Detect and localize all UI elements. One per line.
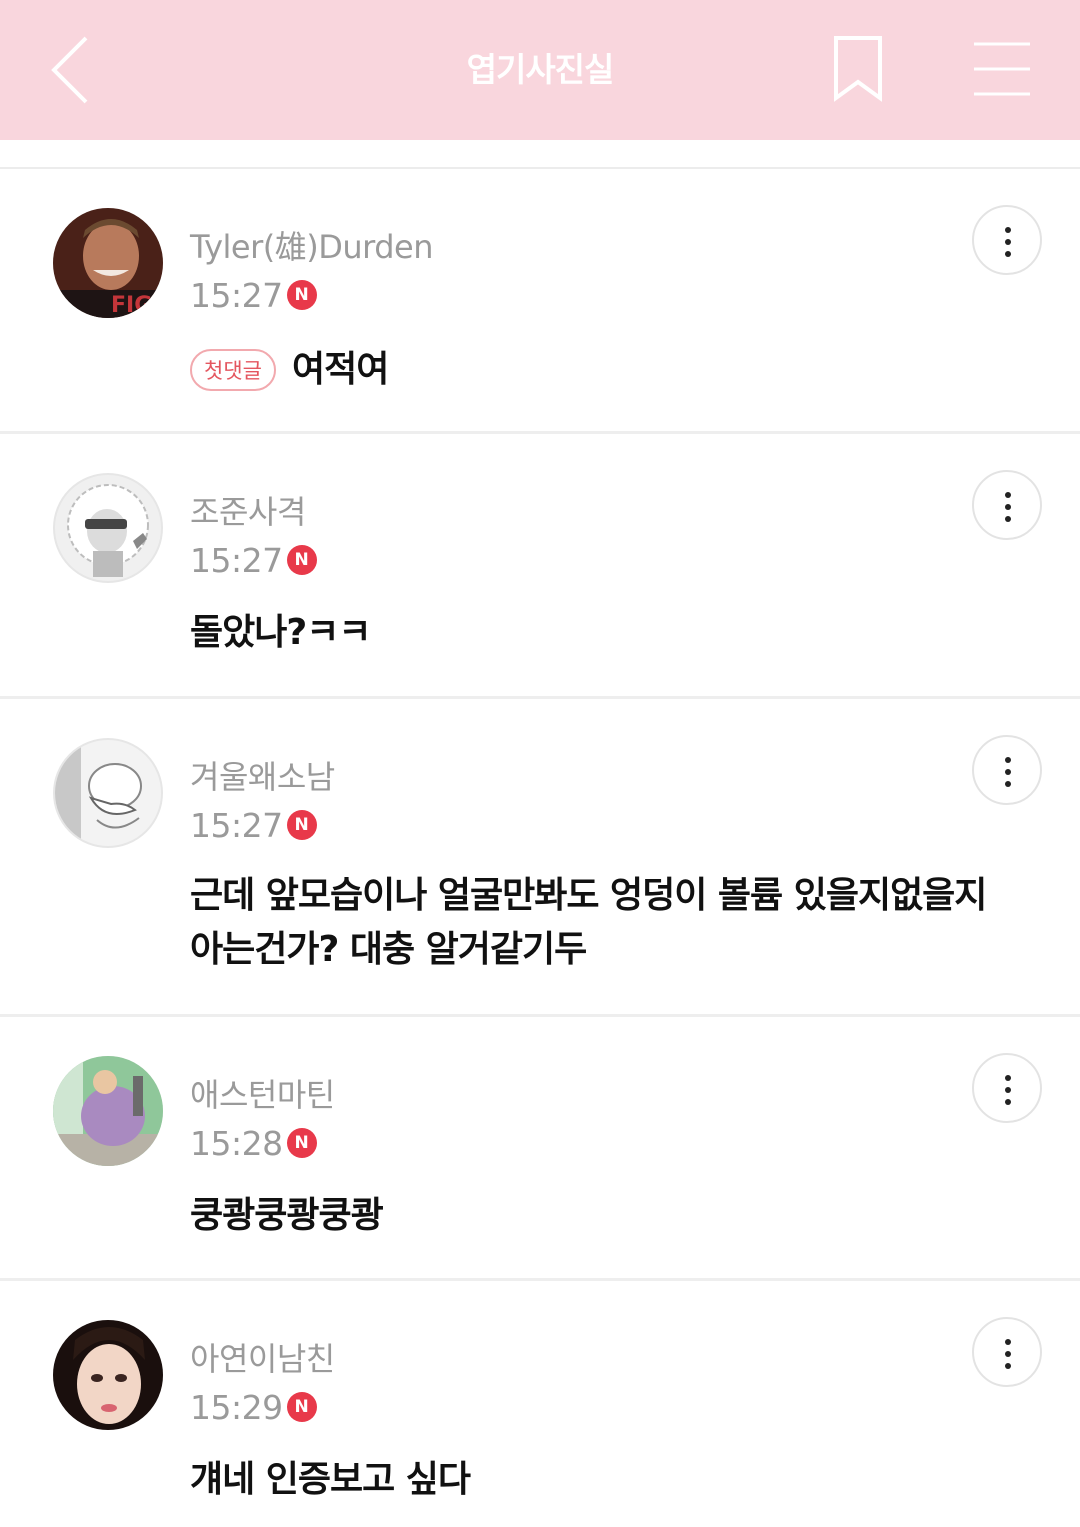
menu-icon[interactable] <box>966 38 1038 100</box>
timestamp: 15:27 <box>190 805 283 845</box>
timestamp: 15:27 <box>190 540 283 580</box>
timestamp: 15:27 <box>190 275 283 315</box>
comment-text: 근데 앞모습이나 얼굴만봐도 엉덩이 볼륨 있을지없을지 아는건가? 대충 알거… <box>190 875 987 970</box>
comment-item: FIG Tyler(雄)Durden 15:27 N 첫댓글 여적여 <box>0 169 1080 434</box>
comment-item: 겨울왜소남 15:27 N 근데 앞모습이나 얼굴만봐도 엉덩이 볼륨 있을지없… <box>0 699 1080 1017</box>
first-comment-badge: 첫댓글 <box>190 349 276 391</box>
avatar[interactable] <box>53 1320 163 1430</box>
comment-item: 애스턴마틴 15:28 N 쿵쾅쿵쾅쿵쾅 <box>0 1017 1080 1281</box>
new-badge: N <box>286 810 317 840</box>
avatar[interactable] <box>53 738 163 848</box>
avatar[interactable] <box>53 473 163 583</box>
timestamp: 15:28 <box>190 1123 283 1163</box>
more-options-button[interactable] <box>972 470 1042 540</box>
new-badge: N <box>286 280 317 310</box>
author-name[interactable]: Tyler(雄)Durden <box>190 222 434 268</box>
more-dots-icon <box>1005 757 1011 787</box>
more-options-button[interactable] <box>972 205 1042 275</box>
author-name[interactable]: 겨울왜소남 <box>190 752 335 798</box>
more-options-button[interactable] <box>972 1053 1042 1123</box>
author-name[interactable]: 조준사격 <box>190 487 306 533</box>
more-options-button[interactable] <box>972 1317 1042 1387</box>
comment-item: 조준사격 15:27 N 돌았나?ㅋㅋ <box>0 434 1080 699</box>
comment-item: 아연이남친 15:29 N 걔네 인증보고 싶다 <box>0 1281 1080 1527</box>
more-dots-icon <box>1005 227 1011 257</box>
comment-text: 여적여 <box>291 349 389 390</box>
author-name[interactable]: 아연이남친 <box>190 1334 335 1380</box>
author-name[interactable]: 애스턴마틴 <box>190 1070 335 1116</box>
svg-text:FIG: FIG <box>111 293 152 318</box>
comment-text: 쿵쾅쿵쾅쿵쾅 <box>190 1195 384 1236</box>
more-options-button[interactable] <box>972 735 1042 805</box>
back-arrow-icon[interactable] <box>40 28 110 112</box>
more-dots-icon <box>1005 1075 1011 1105</box>
page-title: 엽기사진실 <box>466 50 615 89</box>
comment-text: 돌았나?ㅋㅋ <box>190 612 371 653</box>
more-dots-icon <box>1005 1339 1011 1369</box>
timestamp: 15:29 <box>190 1387 283 1427</box>
app-header: 엽기사진실 <box>0 0 1080 140</box>
avatar[interactable]: FIG <box>53 208 163 318</box>
comment-text: 걔네 인증보고 싶다 <box>190 1459 471 1500</box>
new-badge: N <box>286 1128 317 1158</box>
new-badge: N <box>286 1392 317 1422</box>
bookmark-icon[interactable] <box>826 32 890 108</box>
new-badge: N <box>286 545 317 575</box>
more-dots-icon <box>1005 492 1011 522</box>
avatar[interactable] <box>53 1056 163 1166</box>
